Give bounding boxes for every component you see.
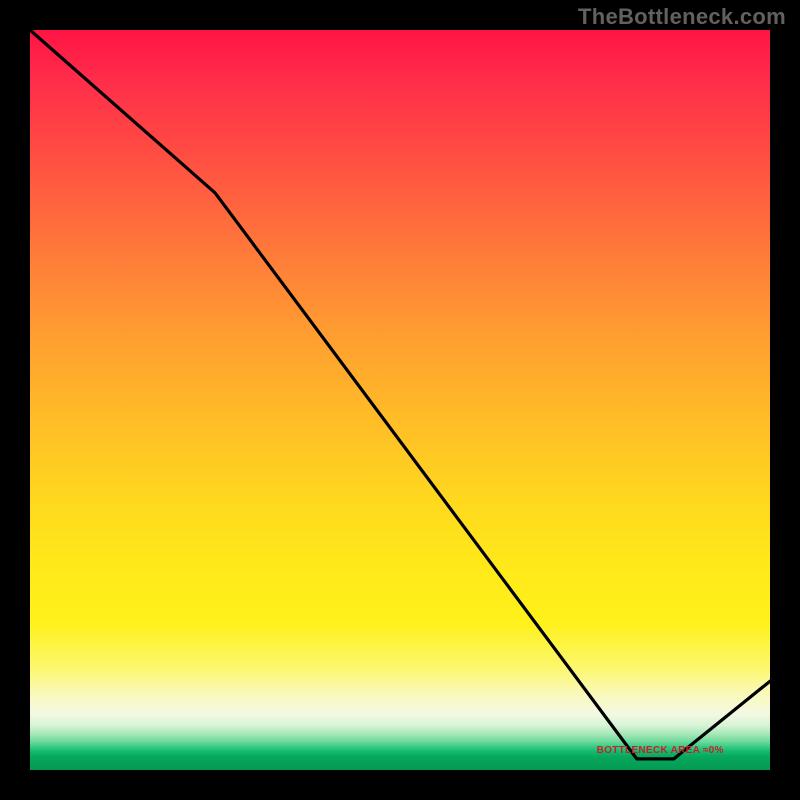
bottleneck-annotation: BOTTLENECK AREA ≈0% [597, 745, 724, 756]
plot-area: BOTTLENECK AREA ≈0% [30, 30, 770, 770]
bottleneck-curve-path [30, 30, 770, 759]
chart-frame: TheBottleneck.com BOTTLENECK AREA ≈0% [0, 0, 800, 800]
watermark-text: TheBottleneck.com [578, 4, 786, 30]
curve-svg [30, 30, 770, 770]
